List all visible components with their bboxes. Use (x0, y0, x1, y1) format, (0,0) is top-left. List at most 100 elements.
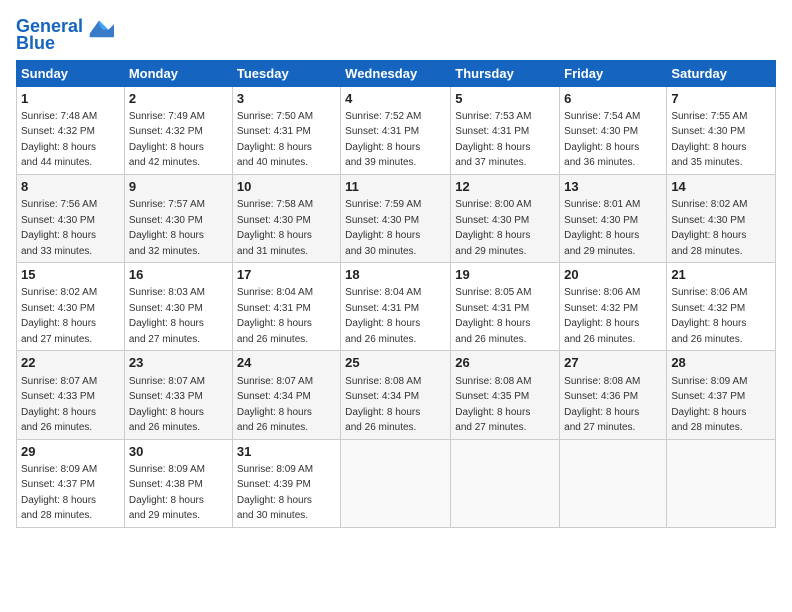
week-row-2: 8 Sunrise: 7:56 AM Sunset: 4:30 PM Daylig… (17, 174, 776, 262)
day-cell: 16 Sunrise: 8:03 AM Sunset: 4:30 PM Dayli… (124, 263, 232, 351)
day-cell: 3 Sunrise: 7:50 AM Sunset: 4:31 PM Daylig… (232, 86, 340, 174)
day-info: Sunrise: 8:05 AM Sunset: 4:31 PM Dayligh… (455, 287, 531, 345)
day-cell: 26 Sunrise: 8:08 AM Sunset: 4:35 PM Dayli… (451, 351, 560, 439)
day-info: Sunrise: 7:49 AM Sunset: 4:32 PM Dayligh… (129, 111, 205, 169)
day-info: Sunrise: 7:58 AM Sunset: 4:30 PM Dayligh… (237, 199, 313, 257)
logo: General Blue (16, 16, 114, 54)
col-header-saturday: Saturday (667, 60, 776, 86)
day-cell: 14Sunrise: 8:02 AM Sunset: 4:30 PM Dayli… (667, 174, 776, 262)
day-cell: 31 Sunrise: 8:09 AM Sunset: 4:39 PM Dayli… (232, 439, 340, 527)
day-number: 9 (129, 178, 228, 196)
day-number: 24 (237, 354, 336, 372)
day-cell: 15 Sunrise: 8:02 AM Sunset: 4:30 PM Dayli… (17, 263, 125, 351)
col-header-sunday: Sunday (17, 60, 125, 86)
day-info: Sunrise: 7:53 AM Sunset: 4:31 PM Dayligh… (455, 111, 531, 169)
day-number: 1 (21, 90, 120, 108)
day-cell: 6 Sunrise: 7:54 AM Sunset: 4:30 PM Daylig… (560, 86, 667, 174)
day-number: 19 (455, 266, 555, 284)
day-info: Sunrise: 7:59 AM Sunset: 4:30 PM Dayligh… (345, 199, 421, 257)
col-header-friday: Friday (560, 60, 667, 86)
week-row-3: 15 Sunrise: 8:02 AM Sunset: 4:30 PM Dayli… (17, 263, 776, 351)
day-cell (451, 439, 560, 527)
day-number: 27 (564, 354, 662, 372)
day-number: 15 (21, 266, 120, 284)
day-info: Sunrise: 8:06 AM Sunset: 4:32 PM Dayligh… (671, 287, 747, 345)
day-cell: 9 Sunrise: 7:57 AM Sunset: 4:30 PM Daylig… (124, 174, 232, 262)
day-number: 25 (345, 354, 446, 372)
day-number: 7 (671, 90, 771, 108)
day-number: 8 (21, 178, 120, 196)
day-cell: 25Sunrise: 8:08 AM Sunset: 4:34 PM Dayli… (341, 351, 451, 439)
logo-icon (86, 16, 114, 38)
day-cell: 18 Sunrise: 8:04 AM Sunset: 4:31 PM Dayli… (341, 263, 451, 351)
day-cell: 24 Sunrise: 8:07 AM Sunset: 4:34 PM Dayli… (232, 351, 340, 439)
day-number: 13 (564, 178, 662, 196)
day-info: Sunrise: 7:50 AM Sunset: 4:31 PM Dayligh… (237, 111, 313, 169)
day-number: 10 (237, 178, 336, 196)
day-number: 16 (129, 266, 228, 284)
day-info: Sunrise: 7:48 AM Sunset: 4:32 PM Dayligh… (21, 111, 97, 169)
calendar-table: SundayMondayTuesdayWednesdayThursdayFrid… (16, 60, 776, 528)
day-cell: 2 Sunrise: 7:49 AM Sunset: 4:32 PM Daylig… (124, 86, 232, 174)
day-number: 14 (671, 178, 771, 196)
day-number: 2 (129, 90, 228, 108)
day-info: Sunrise: 8:04 AM Sunset: 4:31 PM Dayligh… (237, 287, 313, 345)
day-cell: 11 Sunrise: 7:59 AM Sunset: 4:30 PM Dayli… (341, 174, 451, 262)
day-number: 6 (564, 90, 662, 108)
day-cell: 17 Sunrise: 8:04 AM Sunset: 4:31 PM Dayli… (232, 263, 340, 351)
header-row: General Blue (16, 12, 776, 54)
col-header-thursday: Thursday (451, 60, 560, 86)
week-row-4: 22 Sunrise: 8:07 AM Sunset: 4:33 PM Dayli… (17, 351, 776, 439)
day-info: Sunrise: 7:57 AM Sunset: 4:30 PM Dayligh… (129, 199, 205, 257)
day-number: 28 (671, 354, 771, 372)
day-info: Sunrise: 7:54 AM Sunset: 4:30 PM Dayligh… (564, 111, 640, 169)
day-info: Sunrise: 8:04 AM Sunset: 4:31 PM Dayligh… (345, 287, 421, 345)
day-number: 22 (21, 354, 120, 372)
day-number: 31 (237, 443, 336, 461)
day-info: Sunrise: 8:00 AM Sunset: 4:30 PM Dayligh… (455, 199, 531, 257)
col-header-wednesday: Wednesday (341, 60, 451, 86)
logo-text-blue: Blue (16, 34, 55, 54)
day-info: Sunrise: 8:03 AM Sunset: 4:30 PM Dayligh… (129, 287, 205, 345)
day-cell (560, 439, 667, 527)
day-info: Sunrise: 8:06 AM Sunset: 4:32 PM Dayligh… (564, 287, 640, 345)
day-cell: 8 Sunrise: 7:56 AM Sunset: 4:30 PM Daylig… (17, 174, 125, 262)
day-cell: 12Sunrise: 8:00 AM Sunset: 4:30 PM Dayli… (451, 174, 560, 262)
day-number: 11 (345, 178, 446, 196)
day-cell: 27 Sunrise: 8:08 AM Sunset: 4:36 PM Dayli… (560, 351, 667, 439)
day-info: Sunrise: 8:07 AM Sunset: 4:33 PM Dayligh… (21, 376, 97, 434)
day-info: Sunrise: 8:08 AM Sunset: 4:36 PM Dayligh… (564, 376, 640, 434)
day-number: 30 (129, 443, 228, 461)
day-cell: 20 Sunrise: 8:06 AM Sunset: 4:32 PM Dayli… (560, 263, 667, 351)
day-info: Sunrise: 8:09 AM Sunset: 4:37 PM Dayligh… (21, 464, 97, 522)
day-cell: 30Sunrise: 8:09 AM Sunset: 4:38 PM Dayli… (124, 439, 232, 527)
day-info: Sunrise: 8:09 AM Sunset: 4:39 PM Dayligh… (237, 464, 313, 522)
day-info: Sunrise: 7:55 AM Sunset: 4:30 PM Dayligh… (671, 111, 747, 169)
day-cell: 5Sunrise: 7:53 AM Sunset: 4:31 PM Daylig… (451, 86, 560, 174)
day-info: Sunrise: 8:02 AM Sunset: 4:30 PM Dayligh… (21, 287, 97, 345)
day-cell: 19 Sunrise: 8:05 AM Sunset: 4:31 PM Dayli… (451, 263, 560, 351)
day-cell: 13Sunrise: 8:01 AM Sunset: 4:30 PM Dayli… (560, 174, 667, 262)
day-number: 20 (564, 266, 662, 284)
day-info: Sunrise: 8:08 AM Sunset: 4:35 PM Dayligh… (455, 376, 531, 434)
day-cell (341, 439, 451, 527)
week-row-1: 1 Sunrise: 7:48 AM Sunset: 4:32 PM Daylig… (17, 86, 776, 174)
col-header-tuesday: Tuesday (232, 60, 340, 86)
day-info: Sunrise: 7:52 AM Sunset: 4:31 PM Dayligh… (345, 111, 421, 169)
day-cell: 22 Sunrise: 8:07 AM Sunset: 4:33 PM Dayli… (17, 351, 125, 439)
week-row-5: 29Sunrise: 8:09 AM Sunset: 4:37 PM Dayli… (17, 439, 776, 527)
day-cell: 28 Sunrise: 8:09 AM Sunset: 4:37 PM Dayli… (667, 351, 776, 439)
day-info: Sunrise: 8:07 AM Sunset: 4:34 PM Dayligh… (237, 376, 313, 434)
day-cell: 7 Sunrise: 7:55 AM Sunset: 4:30 PM Daylig… (667, 86, 776, 174)
day-number: 18 (345, 266, 446, 284)
day-number: 21 (671, 266, 771, 284)
day-number: 3 (237, 90, 336, 108)
day-info: Sunrise: 7:56 AM Sunset: 4:30 PM Dayligh… (21, 199, 97, 257)
day-number: 26 (455, 354, 555, 372)
day-number: 4 (345, 90, 446, 108)
day-info: Sunrise: 8:09 AM Sunset: 4:37 PM Dayligh… (671, 376, 747, 434)
day-cell (667, 439, 776, 527)
col-header-monday: Monday (124, 60, 232, 86)
day-number: 17 (237, 266, 336, 284)
day-info: Sunrise: 8:07 AM Sunset: 4:33 PM Dayligh… (129, 376, 205, 434)
